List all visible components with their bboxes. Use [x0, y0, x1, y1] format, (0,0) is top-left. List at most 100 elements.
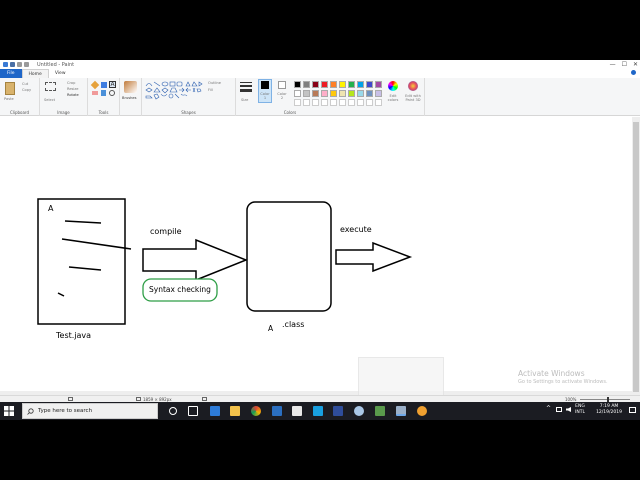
palette-swatch[interactable]: [375, 90, 382, 97]
tray-chevron-icon[interactable]: ^: [546, 405, 551, 412]
palette-swatch[interactable]: [321, 90, 328, 97]
task-view-icon[interactable]: [188, 406, 198, 416]
magnifier-icon[interactable]: [109, 90, 115, 96]
palette-swatch[interactable]: [348, 90, 355, 97]
edge-icon[interactable]: [210, 406, 220, 416]
palette-swatch-empty[interactable]: [339, 99, 346, 106]
skype-icon[interactable]: [313, 406, 323, 416]
edit-colors-button[interactable]: Edit colors: [385, 94, 401, 102]
eraser-icon[interactable]: [92, 91, 98, 95]
paint3d-button[interactable]: Edit with Paint 3D: [402, 94, 424, 102]
paste-icon[interactable]: [5, 82, 15, 95]
brushes-label[interactable]: Brushes: [122, 96, 136, 100]
palette-swatch[interactable]: [330, 90, 337, 97]
fill-icon[interactable]: [101, 82, 107, 88]
palette-swatch-empty[interactable]: [312, 99, 319, 106]
tab-view[interactable]: View: [49, 69, 72, 78]
app-icon-green[interactable]: [375, 406, 385, 416]
snipping-tool-icon[interactable]: [396, 406, 406, 416]
network-icon[interactable]: [556, 407, 562, 412]
palette-swatch-empty[interactable]: [357, 99, 364, 106]
paint-taskbar-icon[interactable]: [354, 406, 364, 416]
palette-swatch[interactable]: [339, 90, 346, 97]
text-tool-icon[interactable]: A: [109, 81, 116, 88]
size-line-1: [240, 82, 252, 83]
undo-icon[interactable]: [17, 62, 22, 67]
palette-swatch[interactable]: [339, 81, 346, 88]
clipboard-group: Paste Cut Copy Clipboard: [0, 78, 40, 116]
palette-swatch[interactable]: [294, 81, 301, 88]
shapes-gallery-icon[interactable]: [144, 80, 204, 102]
color2-swatch[interactable]: [278, 81, 286, 89]
title-bar: Untitled - Paint — ☐ ✕: [0, 60, 640, 69]
input-language[interactable]: ENG INTL: [575, 404, 585, 416]
maximize-button[interactable]: ☐: [622, 61, 627, 68]
rotate-button[interactable]: Rotate: [67, 93, 79, 97]
palette-swatch[interactable]: [294, 90, 301, 97]
notifications-icon[interactable]: [629, 407, 636, 413]
chrome-icon[interactable]: [251, 406, 261, 416]
close-button[interactable]: ✕: [633, 61, 638, 68]
select-button[interactable]: Select: [44, 98, 55, 102]
palette-swatch-empty[interactable]: [375, 99, 382, 106]
palette-swatch[interactable]: [312, 81, 319, 88]
app-icon-navy[interactable]: [333, 406, 343, 416]
zoom-slider[interactable]: [580, 399, 630, 400]
colors-group: Edit colors Edit with Paint 3D Colors: [284, 78, 425, 116]
mail-icon[interactable]: [292, 406, 302, 416]
save-icon[interactable]: [10, 62, 15, 67]
execute-arrow: [335, 241, 413, 273]
app-icon-blue[interactable]: [272, 406, 282, 416]
color1-label: Color 1: [260, 92, 270, 100]
palette-swatch[interactable]: [357, 90, 364, 97]
palette-swatch[interactable]: [303, 90, 310, 97]
volume-icon[interactable]: [566, 407, 571, 412]
palette-swatch[interactable]: [330, 81, 337, 88]
outline-button[interactable]: Outline: [208, 81, 221, 85]
brushes-icon[interactable]: [124, 81, 137, 93]
minimize-button[interactable]: —: [610, 61, 616, 68]
box-letter-a: A: [48, 204, 54, 213]
scroll-thumb[interactable]: [633, 122, 639, 392]
windows-start-icon[interactable]: [4, 406, 14, 416]
taskbar-search[interactable]: Type here to search: [22, 403, 158, 419]
crop-button[interactable]: Crop: [67, 81, 75, 85]
tab-file[interactable]: File: [0, 69, 22, 78]
size-button[interactable]: Size: [241, 98, 248, 102]
tab-home[interactable]: Home: [21, 69, 49, 78]
pencil-icon[interactable]: [90, 80, 100, 90]
paste-label[interactable]: Paste: [4, 97, 14, 101]
palette-swatch[interactable]: [321, 81, 328, 88]
redo-icon[interactable]: [24, 62, 29, 67]
palette-swatch-empty[interactable]: [366, 99, 373, 106]
palette-swatch-empty[interactable]: [321, 99, 328, 106]
help-icon[interactable]: [631, 70, 636, 75]
paint-canvas[interactable]: A Test.java compile Syntax checking A .c…: [0, 117, 632, 391]
copy-button[interactable]: Copy: [22, 88, 31, 92]
select-icon[interactable]: [45, 82, 56, 91]
palette-swatch[interactable]: [303, 81, 310, 88]
resize-button[interactable]: Resize: [67, 87, 79, 91]
palette-swatch-empty[interactable]: [294, 99, 301, 106]
palette-swatch-empty[interactable]: [303, 99, 310, 106]
edit-colors-icon[interactable]: [388, 81, 398, 91]
palette-swatch-empty[interactable]: [330, 99, 337, 106]
vertical-scrollbar[interactable]: [632, 117, 640, 395]
clock-date: 12/19/2019: [596, 410, 622, 415]
cut-button[interactable]: Cut: [22, 82, 28, 86]
clock[interactable]: 7:19 AM 12/19/2019: [596, 404, 622, 416]
cortana-icon[interactable]: [169, 407, 177, 415]
ribbon-tabs: File Home View: [0, 69, 640, 78]
palette-swatch[interactable]: [348, 81, 355, 88]
paint3d-icon[interactable]: [408, 81, 418, 91]
app-icon-orange[interactable]: [417, 406, 427, 416]
palette-swatch[interactable]: [366, 90, 373, 97]
palette-swatch[interactable]: [366, 81, 373, 88]
color-picker-icon[interactable]: [101, 90, 106, 96]
palette-swatch[interactable]: [375, 81, 382, 88]
file-explorer-icon[interactable]: [230, 406, 240, 416]
palette-swatch-empty[interactable]: [348, 99, 355, 106]
palette-swatch[interactable]: [312, 90, 319, 97]
palette-swatch[interactable]: [357, 81, 364, 88]
fill-button[interactable]: Fill: [208, 88, 213, 92]
